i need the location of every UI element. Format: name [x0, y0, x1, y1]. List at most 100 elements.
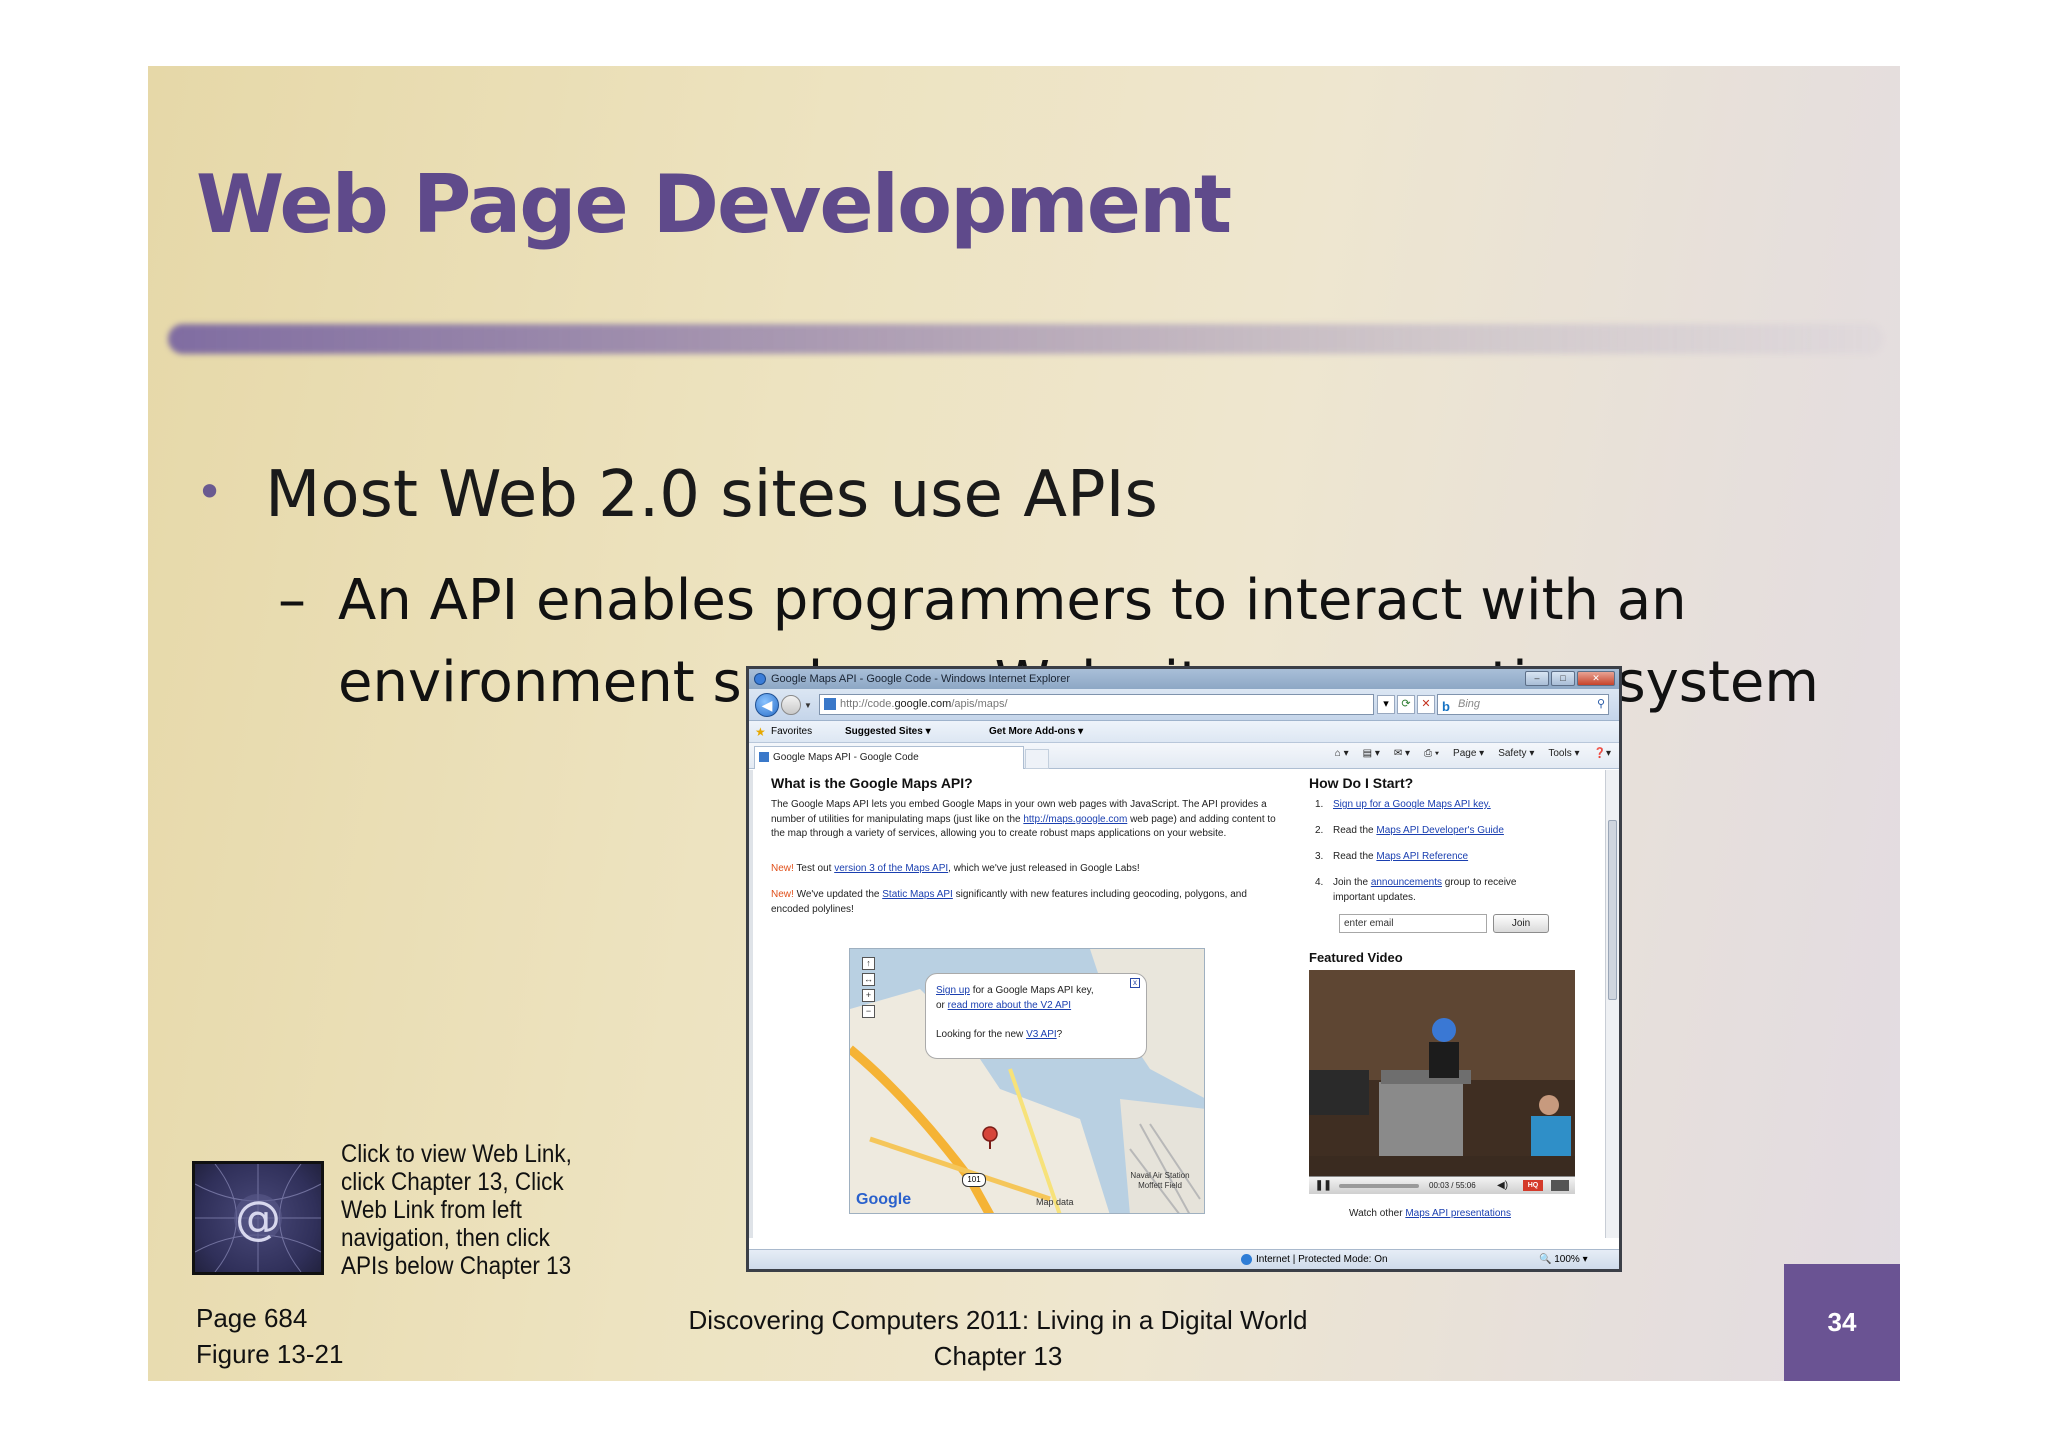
get-addons-button[interactable]: Get More Add-ons ▾: [989, 721, 1083, 743]
favorites-bar: ★ Favorites Suggested Sites ▾ Get More A…: [749, 721, 1619, 743]
bubble-or: or: [936, 999, 948, 1011]
page-menu[interactable]: Page ▾: [1453, 748, 1484, 759]
globe-icon: [1241, 1253, 1252, 1265]
video-controls: ❚❚ 00:03 / 55:06 ◀) HQ: [1309, 1176, 1575, 1194]
command-bar: ⌂ ▾ ▤ ▾ ✉ ▾ ⎙ ▾ Page ▾ Safety ▾ Tools ▾ …: [1335, 748, 1611, 759]
search-box[interactable]: b Bing ⚲: [1437, 694, 1609, 715]
close-icon[interactable]: x: [1130, 978, 1140, 988]
join-button[interactable]: Join: [1493, 914, 1549, 933]
minimize-button[interactable]: –: [1525, 671, 1549, 686]
site-favicon-icon: [824, 698, 836, 710]
watch-pre: Watch other: [1349, 1208, 1406, 1219]
footer-center: Discovering Computers 2011: Living in a …: [688, 1302, 1308, 1374]
dev-guide-link[interactable]: Maps API Developer's Guide: [1376, 825, 1504, 836]
map-pan-icon[interactable]: ↔: [862, 973, 875, 986]
map-pan-up-icon[interactable]: ↑: [862, 957, 875, 970]
maximize-button[interactable]: □: [1551, 671, 1575, 686]
status-bar: Internet | Protected Mode: On 🔍 100% ▾: [749, 1249, 1619, 1269]
new-tag: New!: [771, 889, 794, 900]
vertical-scrollbar[interactable]: [1605, 770, 1619, 1238]
back-button[interactable]: ◀: [755, 693, 779, 717]
map-zoom-out-icon[interactable]: −: [862, 1005, 875, 1018]
step-item: 1. Sign up for a Google Maps API key.: [1305, 798, 1545, 813]
window-title: Google Maps API - Google Code - Windows …: [771, 673, 1070, 685]
feeds-icon[interactable]: ▤ ▾: [1363, 748, 1380, 759]
favorites-star-icon[interactable]: ★: [755, 721, 766, 743]
stop-icon[interactable]: ✕: [1417, 695, 1435, 714]
tab-favicon-icon: [759, 752, 769, 762]
email-input[interactable]: enter email: [1339, 914, 1487, 933]
watch-presentations: Watch other Maps API presentations: [1349, 1208, 1511, 1219]
announcements-link[interactable]: announcements: [1371, 877, 1442, 888]
book-title: Discovering Computers 2011: Living in a …: [688, 1305, 1308, 1335]
tab-google-maps-api[interactable]: Google Maps API - Google Code: [754, 746, 1024, 769]
api-reference-link[interactable]: Maps API Reference: [1376, 851, 1468, 862]
step-num: 2.: [1315, 825, 1324, 836]
slide: Web Page Development • Most Web 2.0 sites…: [148, 66, 1900, 1381]
at-sign-icon: @: [195, 1164, 321, 1272]
volume-icon[interactable]: ◀): [1497, 1177, 1508, 1194]
map-data-label: Map data: [1036, 1197, 1074, 1207]
map-zoom-controls: ↑ ↔ + −: [862, 957, 875, 1021]
intro-paragraph: The Google Maps API lets you embed Googl…: [771, 798, 1281, 842]
video-seek-slider[interactable]: [1339, 1184, 1419, 1188]
mail-icon[interactable]: ✉ ▾: [1394, 748, 1410, 759]
pause-icon[interactable]: ❚❚: [1315, 1177, 1332, 1194]
new-tab-button[interactable]: [1025, 749, 1049, 769]
tools-menu[interactable]: Tools ▾: [1548, 748, 1579, 759]
print-icon[interactable]: ⎙ ▾: [1424, 748, 1439, 759]
main-bullet-text: Most Web 2.0 sites use APIs: [265, 458, 1158, 532]
browser-titlebar: Google Maps API - Google Code - Windows …: [749, 669, 1619, 689]
slide-title: Web Page Development: [196, 158, 1232, 251]
refresh-icon[interactable]: ⟳: [1397, 695, 1415, 714]
search-icon[interactable]: ⚲: [1597, 695, 1605, 714]
step-num: 1.: [1315, 799, 1324, 810]
svg-text:@: @: [235, 1191, 281, 1245]
step-item: 4. Join the announcements group to receiv…: [1305, 876, 1545, 905]
web-link-icon[interactable]: @: [192, 1161, 324, 1275]
scrollbar-thumb[interactable]: [1608, 820, 1617, 1000]
new1-post: , which we've just released in Google La…: [948, 863, 1140, 874]
featured-video-player[interactable]: [1309, 970, 1575, 1194]
page-reference: Page 684: [196, 1303, 308, 1333]
address-dropdown-icon[interactable]: ▾: [1377, 695, 1395, 714]
step-item: 3. Read the Maps API Reference: [1305, 850, 1545, 865]
v3-api-link[interactable]: version 3 of the Maps API: [834, 863, 948, 874]
step-num: 3.: [1315, 851, 1324, 862]
bubble-v3-link[interactable]: V3 API: [1026, 1029, 1057, 1040]
step-pre: Read the: [1333, 851, 1377, 862]
steps-list: 1. Sign up for a Google Maps API key. 2. R…: [1305, 798, 1545, 917]
browser-window: Google Maps API - Google Code - Windows …: [746, 666, 1622, 1272]
map-footer: Google Map data: [856, 1191, 1074, 1209]
new-tag: New!: [771, 863, 794, 874]
favorites-button[interactable]: Favorites: [771, 721, 812, 743]
hq-button[interactable]: HQ: [1523, 1180, 1543, 1191]
fullscreen-icon[interactable]: [1551, 1180, 1569, 1191]
suggested-sites-button[interactable]: Suggested Sites ▾: [845, 721, 931, 743]
safety-menu[interactable]: Safety ▾: [1498, 748, 1534, 759]
url-path: /apis/maps/: [951, 698, 1008, 710]
bubble-signup-link[interactable]: Sign up: [936, 985, 970, 996]
address-bar[interactable]: http://code.google.com/apis/maps/: [819, 694, 1374, 715]
forward-button[interactable]: [781, 695, 801, 715]
map-zoom-in-icon[interactable]: +: [862, 989, 875, 1002]
step-num: 4.: [1315, 877, 1324, 888]
new2-pre: We've updated the: [793, 889, 883, 900]
ie-icon: [754, 673, 766, 685]
map-embed[interactable]: ↑ ↔ + − x Sign up for a Google Maps API …: [849, 948, 1205, 1214]
bubble-v2-link[interactable]: read more about the V2 API: [948, 1000, 1071, 1011]
signup-key-link[interactable]: Sign up for a Google Maps API key.: [1333, 799, 1491, 810]
maps-google-link[interactable]: http://maps.google.com: [1023, 814, 1127, 825]
maps-presentations-link[interactable]: Maps API presentations: [1405, 1208, 1511, 1219]
security-zone: Internet | Protected Mode: On: [1241, 1250, 1388, 1269]
history-dropdown-icon[interactable]: ▼: [804, 701, 812, 710]
figure-reference: Figure 13-21: [196, 1339, 344, 1369]
zoom-level[interactable]: 🔍 100% ▾: [1539, 1250, 1588, 1269]
step-pre: Read the: [1333, 825, 1377, 836]
static-maps-link[interactable]: Static Maps API: [882, 889, 953, 900]
close-window-button[interactable]: ✕: [1577, 671, 1615, 686]
help-icon[interactable]: ❓▾: [1594, 748, 1611, 759]
home-icon[interactable]: ⌂ ▾: [1335, 748, 1349, 759]
footer-refs: Page 684 Figure 13-21: [196, 1300, 343, 1372]
new1-pre: Test out: [793, 863, 835, 874]
